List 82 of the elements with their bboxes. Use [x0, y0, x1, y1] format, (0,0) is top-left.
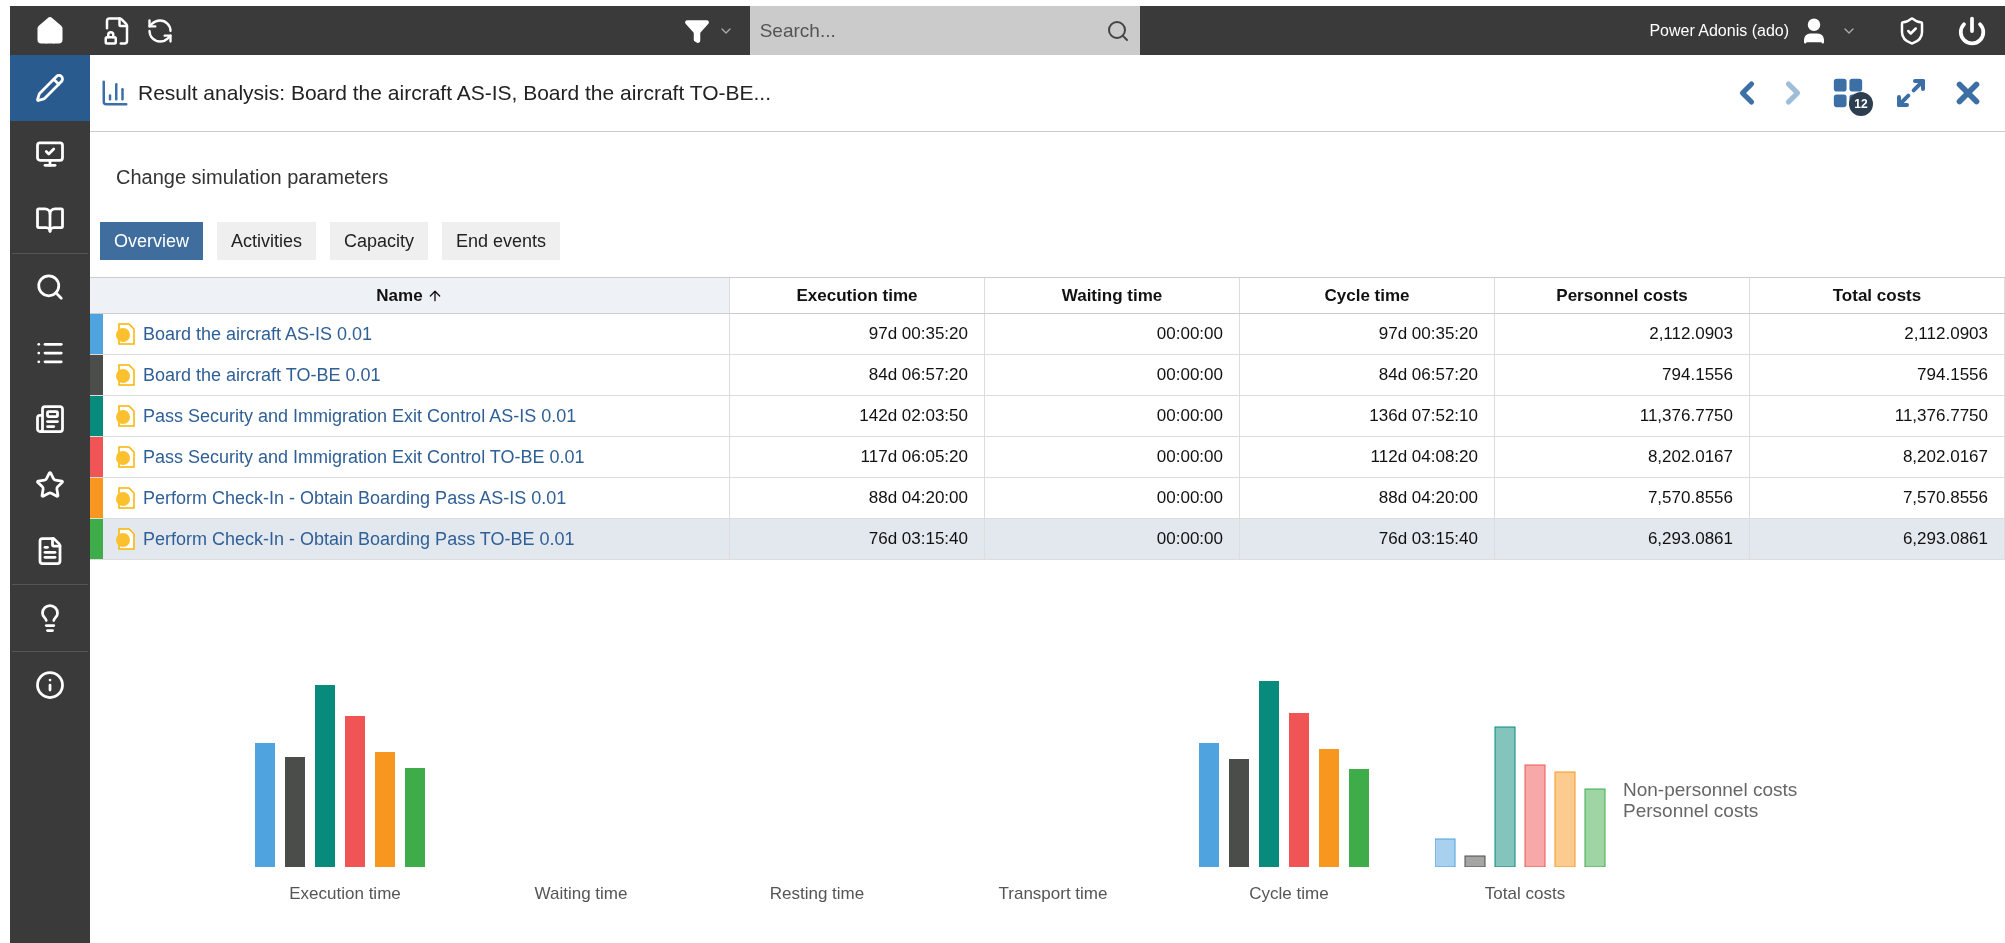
- newspaper-icon: [35, 404, 65, 434]
- chart-label: Resting time: [769, 883, 865, 905]
- simulation-parameters-link[interactable]: Change simulation parameters: [116, 166, 389, 188]
- filter-icon[interactable]: [683, 17, 710, 44]
- home-icon[interactable]: [35, 15, 65, 46]
- tab[interactable]: Capacity: [330, 222, 429, 260]
- table-cell: 84d 06:57:20: [730, 355, 985, 395]
- table-cell: 00:00:00: [985, 478, 1240, 518]
- table-cell: 88d 04:20:00: [1240, 478, 1495, 518]
- table-cell: 117d 06:05:20: [730, 437, 985, 477]
- monitor-check-icon: [35, 139, 65, 169]
- maximize-icon[interactable]: [1895, 77, 1927, 109]
- bar: [1435, 838, 1456, 867]
- legend-label: Non-personnel costs: [1623, 779, 1798, 800]
- model-link[interactable]: Pass Security and Immigration Exit Control TO-BE 0.01: [143, 443, 585, 471]
- table-cell: 84d 06:57:20: [1240, 355, 1495, 395]
- model-link[interactable]: Pass Security and Immigration Exit Control AS-IS 0.01: [143, 402, 577, 430]
- model-file-icon: [113, 527, 137, 551]
- table-cell: 136d 07:52:10: [1240, 396, 1495, 436]
- table-cell: 7,570.8556: [1750, 478, 2005, 518]
- table-cell: 112d 04:08:20: [1240, 437, 1495, 477]
- legend-label: Personnel costs: [1623, 800, 1760, 821]
- model-file-icon: [113, 363, 137, 387]
- table-cell: 6,293.0861: [1495, 519, 1750, 559]
- table-cell: 794.1556: [1495, 355, 1750, 395]
- info-icon: [35, 670, 65, 700]
- table-cell: 8,202.0167: [1495, 437, 1750, 477]
- model-file-icon: [113, 445, 137, 469]
- table-cell: 76d 03:15:40: [730, 519, 985, 559]
- bar-chart-icon: [100, 78, 130, 108]
- table-cell: 97d 00:35:20: [1240, 314, 1495, 354]
- table-row[interactable]: Board the aircraft TO-BE 0.01 84d 06:57:20 00:00:00 84d 06:57:20 794.1556 794.1556: [90, 355, 2005, 396]
- table-cell: 142d 02:03:50: [730, 396, 985, 436]
- panel-title: Result analysis: Board the aircraft AS-IS, Board the aircraft TO-BE...: [138, 80, 771, 107]
- bar: [1464, 855, 1486, 867]
- table-row[interactable]: Pass Security and Immigration Exit Control TO-BE 0.01 117d 06:05:20 00:00:00 112d 04:08:20 8,202.0167 8,202.0167: [90, 437, 2005, 478]
- table-cell: 794.1556: [1750, 355, 2005, 395]
- tab[interactable]: Overview: [100, 222, 203, 260]
- table-cell: 11,376.7750: [1495, 396, 1750, 436]
- user-name: Power Adonis (ado): [1649, 20, 1789, 41]
- refresh-icon[interactable]: [146, 16, 174, 45]
- chart-label: Execution time: [289, 883, 401, 905]
- table-cell: 00:00:00: [985, 355, 1240, 395]
- chart-label: Waiting time: [534, 883, 628, 905]
- table-cell: 00:00:00: [985, 437, 1240, 477]
- tab[interactable]: End events: [442, 222, 561, 260]
- model-file-icon: [113, 404, 137, 428]
- table-cell: 2,112.0903: [1495, 314, 1750, 354]
- model-link[interactable]: Board the aircraft AS-IS 0.01: [143, 320, 373, 348]
- table-cell: 2,112.0903: [1750, 314, 2005, 354]
- sidebar-item[interactable]: [10, 55, 90, 121]
- table-cell: 11,376.7750: [1750, 396, 2005, 436]
- pencil-icon: [35, 73, 65, 103]
- chart-label: Cycle time: [1249, 883, 1329, 905]
- table-cell: 7,570.8556: [1495, 478, 1750, 518]
- book-icon: [35, 205, 65, 235]
- table-row[interactable]: Pass Security and Immigration Exit Control AS-IS 0.01 142d 02:03:50 00:00:00 136d 07:52:10 11,376.7750 11,376.7750: [90, 396, 2005, 437]
- table-cell: 00:00:00: [985, 396, 1240, 436]
- count-badge: 12: [1849, 92, 1873, 116]
- table-cell: 88d 04:20:00: [730, 478, 985, 518]
- chart-label: Transport time: [998, 883, 1108, 905]
- table-cell: 97d 00:35:20: [730, 314, 985, 354]
- search-icon[interactable]: [1105, 18, 1130, 43]
- tab[interactable]: Activities: [217, 222, 317, 260]
- model-link[interactable]: Perform Check-In - Obtain Boarding Pass AS-IS 0.01: [143, 484, 567, 512]
- table-row[interactable]: Perform Check-In - Obtain Boarding Pass TO-BE 0.01 76d 03:15:40 00:00:00 76d 03:15:40 6,293.0861 6,293.0861: [90, 519, 2005, 560]
- table-cell: 00:00:00: [985, 314, 1240, 354]
- model-file-icon: [113, 322, 137, 346]
- search-icon: [35, 272, 65, 302]
- model-link[interactable]: Perform Check-In - Obtain Boarding Pass TO-BE 0.01: [143, 525, 575, 553]
- column-header[interactable]: Name: [90, 278, 730, 313]
- table-row[interactable]: Board the aircraft AS-IS 0.01 97d 00:35:20 00:00:00 97d 00:35:20 2,112.0903 2,112.0903: [90, 314, 2005, 355]
- power-icon[interactable]: [1957, 15, 1987, 46]
- table-row[interactable]: Perform Check-In - Obtain Boarding Pass AS-IS 0.01 88d 04:20:00 00:00:00 88d 04:20:00 7,570.8556 7,570.8556: [90, 478, 2005, 519]
- chart-label: Total costs: [1484, 883, 1566, 905]
- model-file-icon: [113, 486, 137, 510]
- model-link[interactable]: Board the aircraft TO-BE 0.01: [143, 361, 381, 389]
- table-cell: 6,293.0861: [1750, 519, 2005, 559]
- table-cell: 8,202.0167: [1750, 437, 2005, 477]
- table-cell: 76d 03:15:40: [1240, 519, 1495, 559]
- table-cell: 00:00:00: [985, 519, 1240, 559]
- star-icon: [35, 470, 65, 500]
